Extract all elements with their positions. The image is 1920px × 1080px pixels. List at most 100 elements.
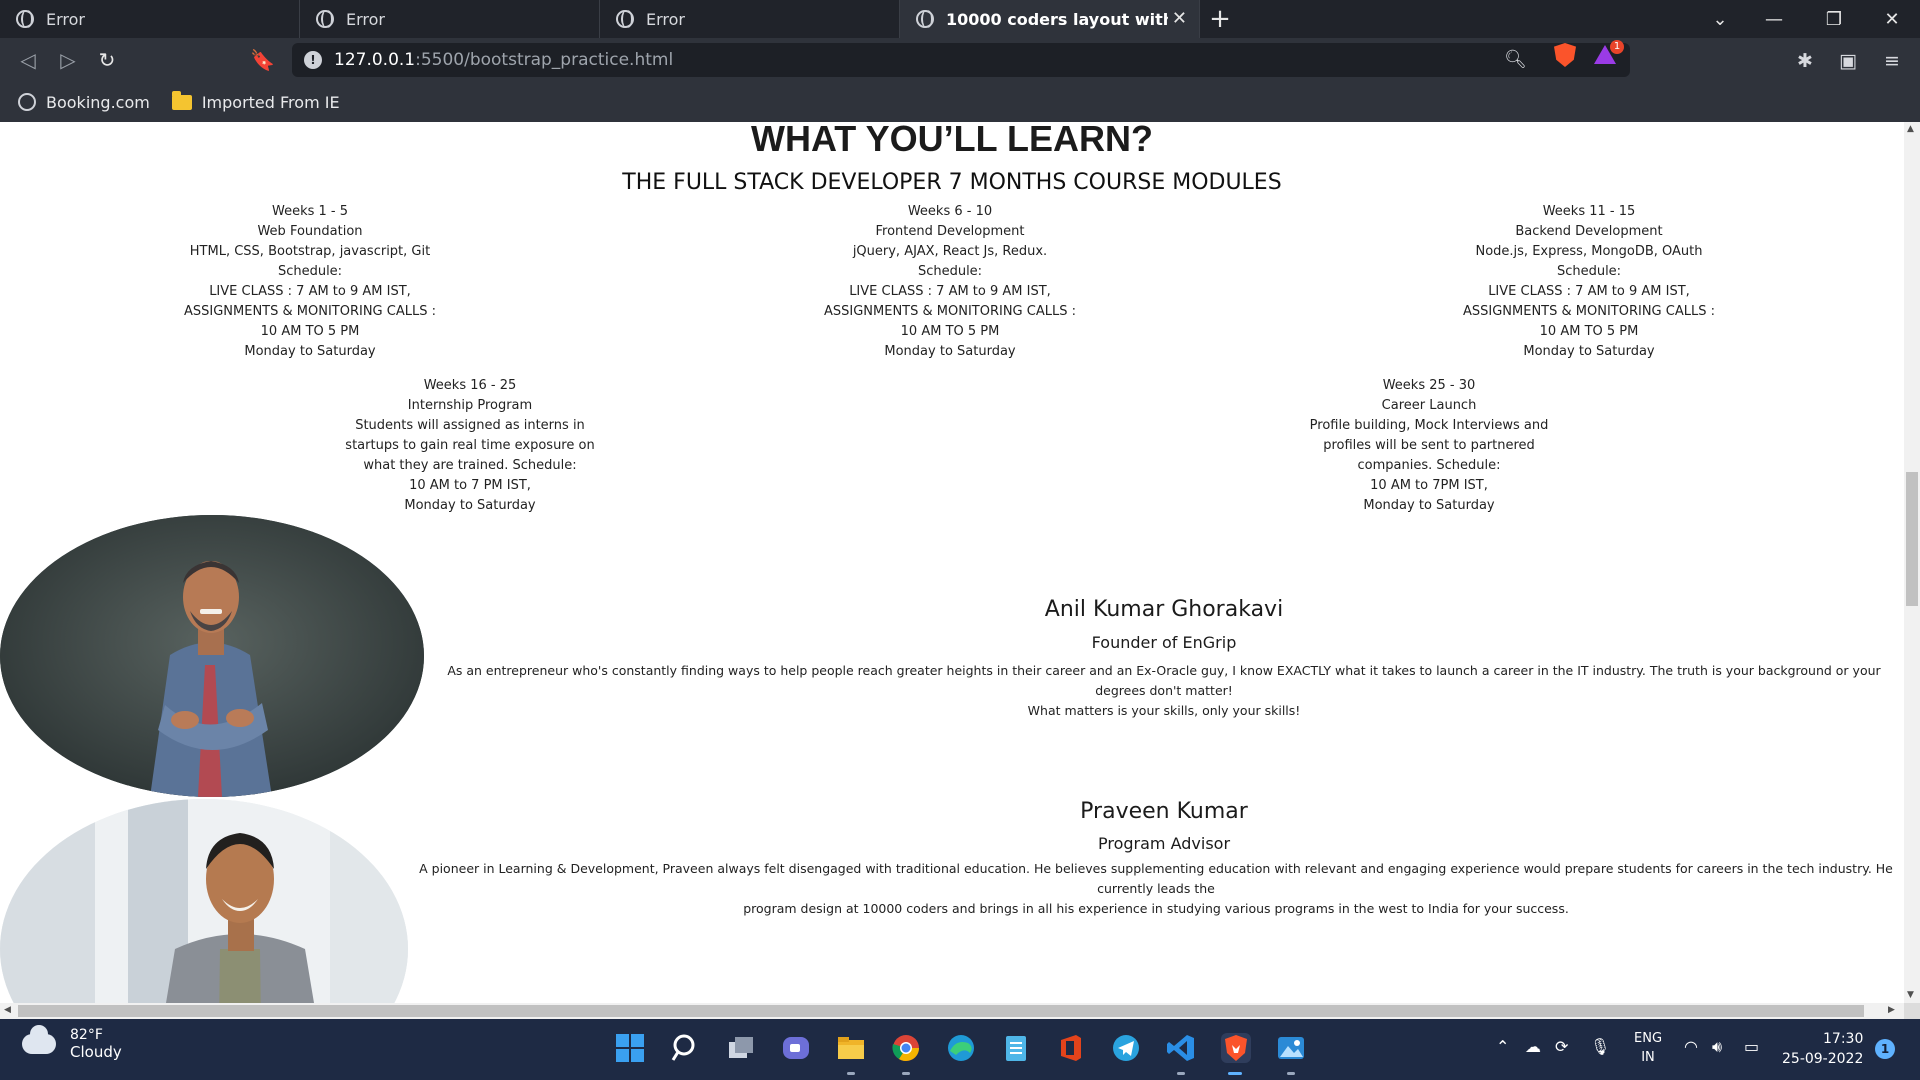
weather-condition: Cloudy [70, 1043, 122, 1061]
chrome-icon[interactable] [891, 1033, 921, 1063]
restore-button[interactable]: ❐ [1806, 0, 1862, 38]
close-tab-icon[interactable]: ✕ [1172, 8, 1187, 29]
scroll-corner [1904, 1003, 1920, 1019]
office-icon[interactable] [1056, 1033, 1086, 1063]
clock[interactable]: 17:30 25-09-2022 [1782, 1029, 1863, 1069]
browser-tab[interactable]: Error [600, 0, 900, 38]
battery-icon[interactable]: ▭ [1744, 1037, 1759, 1056]
folder-icon [171, 90, 192, 110]
bookmark-label: Imported From IE [201, 92, 340, 112]
weather-widget[interactable]: 82°F Cloudy [22, 1025, 122, 1061]
windows-start-icon[interactable] [615, 1033, 645, 1063]
wifi-icon[interactable]: ◠ [1684, 1037, 1698, 1056]
brave-icon[interactable] [1221, 1033, 1251, 1063]
bookmarks-bar: Booking.com Imported From IE [0, 82, 1920, 122]
zoom-icon[interactable]: 🔍︎ [1504, 49, 1527, 70]
minimize-button[interactable]: — [1746, 0, 1802, 38]
chevron-up-icon[interactable]: ⌃ [1496, 1037, 1509, 1056]
scroll-left-icon[interactable]: ◀ [4, 1005, 11, 1015]
bookmark-folder-imported[interactable]: Imported From IE [171, 90, 340, 112]
forward-icon[interactable]: ▷ [56, 48, 80, 72]
module-weeks: Weeks 11 - 15 [1542, 204, 1636, 219]
url-path: :5500/bootstrap_practice.html [415, 50, 674, 70]
person-role: Founder of EnGrip [1091, 633, 1237, 652]
running-indicator [1287, 1072, 1295, 1075]
tab-title: Error [46, 9, 85, 29]
language-indicator[interactable]: ENG IN [1634, 1029, 1662, 1067]
onedrive-icon[interactable]: ☁ [1525, 1037, 1541, 1056]
advisor-photo [0, 799, 408, 1003]
module-line: jQuery, AJAX, React Js, Redux. [852, 244, 1048, 259]
bio-line: A pioneer in Learning & Development, Pra… [419, 861, 1893, 896]
horizontal-scrollbar[interactable]: ◀ ▶ [0, 1003, 1904, 1019]
scroll-up-icon[interactable]: ▲ [1907, 124, 1914, 134]
address-field[interactable]: ! 127.0.0.1:5500/bootstrap_practice.html… [292, 43, 1630, 77]
volume-icon[interactable]: 🔊︎ [1712, 1037, 1722, 1057]
scroll-thumb[interactable] [1906, 472, 1918, 606]
section-title: WHAT YOU’LL LEARN? [751, 122, 1153, 159]
module-line: what they are trained. Schedule: [363, 458, 577, 473]
module-line: Monday to Saturday [884, 344, 1016, 359]
globe-icon [916, 10, 934, 28]
rewards-badge: 1 [1610, 40, 1624, 54]
bookmark-icon[interactable]: 🔖 [250, 48, 275, 72]
edge-icon[interactable] [946, 1033, 976, 1063]
browser-tab[interactable]: Error [0, 0, 300, 38]
wallet-icon[interactable]: ▣ [1839, 50, 1857, 72]
module-card: Weeks 11 - 15 Backend Development Node.j… [1439, 202, 1739, 362]
temperature: 82°F [70, 1027, 103, 1043]
module-line: Schedule: [917, 264, 983, 279]
back-icon[interactable]: ◁ [16, 48, 40, 72]
new-tab-button[interactable]: + [1200, 0, 1240, 38]
toolbar: ◁ ▷ ↻ 🔖 ! 127.0.0.1:5500/bootstrap_pract… [0, 38, 1920, 82]
bio-line: program design at 10000 coders and bring… [743, 901, 1569, 916]
module-name: Career Launch [1381, 398, 1477, 413]
tab-title: Error [346, 9, 385, 29]
microphone-icon[interactable]: 🎙︎ [1590, 1037, 1610, 1056]
notepad-icon[interactable] [1001, 1033, 1031, 1063]
scroll-down-icon[interactable]: ▼ [1907, 990, 1914, 1000]
vscode-icon[interactable] [1166, 1033, 1196, 1063]
menu-icon[interactable]: ≡ [1884, 50, 1900, 72]
photos-icon[interactable] [1276, 1033, 1306, 1063]
module-line: Schedule: [1556, 264, 1622, 279]
module-weeks: Weeks 16 - 25 [423, 378, 517, 393]
person-bio: As an entrepreneur who's constantly find… [424, 661, 1904, 721]
tab-title: 10000 coders layout with bootstra [946, 9, 1168, 29]
module-card: Weeks 1 - 5 Web Foundation HTML, CSS, Bo… [160, 202, 460, 362]
module-line: ASSIGNMENTS & MONITORING CALLS : [824, 304, 1076, 319]
module-line: profiles will be sent to partnered [1323, 438, 1535, 453]
browser-tab-active[interactable]: 10000 coders layout with bootstra ✕ [900, 0, 1200, 38]
clock-time: 17:30 [1823, 1031, 1864, 1047]
scroll-thumb[interactable] [18, 1005, 1864, 1017]
vertical-scrollbar[interactable]: ▲ ▼ [1904, 122, 1920, 1003]
search-icon[interactable] [671, 1033, 701, 1063]
scroll-right-icon[interactable]: ▶ [1888, 1005, 1895, 1015]
page-viewport: WHAT YOU’LL LEARN? THE FULL STACK DEVELO… [0, 122, 1904, 1003]
module-card: Weeks 25 - 30 Career Launch Profile buil… [1279, 376, 1579, 516]
reload-icon[interactable]: ↻ [95, 48, 119, 72]
module-line: 10 AM TO 5 PM [260, 324, 360, 339]
close-window-button[interactable]: ✕ [1864, 0, 1920, 38]
bookmark-booking[interactable]: Booking.com [18, 93, 150, 112]
language-code: ENG [1634, 1031, 1663, 1046]
telegram-icon[interactable] [1111, 1033, 1141, 1063]
bio-line: What matters is your skills, only your s… [1027, 703, 1301, 718]
module-line: LIVE CLASS : 7 AM to 9 AM IST, [1488, 284, 1690, 299]
extensions-icon[interactable]: ✱ [1797, 50, 1813, 72]
running-indicator [1177, 1072, 1185, 1075]
chat-icon[interactable] [781, 1033, 811, 1063]
module-card: Weeks 6 - 10 Frontend Development jQuery… [800, 202, 1100, 362]
notification-badge[interactable]: 1 [1875, 1039, 1895, 1059]
file-explorer-icon[interactable] [836, 1033, 866, 1063]
person-role: Program Advisor [1097, 834, 1231, 853]
site-info-icon[interactable]: ! [304, 51, 322, 69]
browser-tab[interactable]: Error [300, 0, 600, 38]
task-view-icon[interactable] [726, 1033, 756, 1063]
module-name: Backend Development [1515, 224, 1663, 239]
tab-search-chevron-icon[interactable]: ⌄ [1692, 0, 1748, 38]
url-text: 127.0.0.1:5500/bootstrap_practice.html [334, 50, 673, 70]
sync-icon[interactable]: ⟳ [1555, 1037, 1568, 1056]
running-indicator [902, 1072, 910, 1075]
module-line: 10 AM to 7 PM IST, [409, 478, 531, 493]
